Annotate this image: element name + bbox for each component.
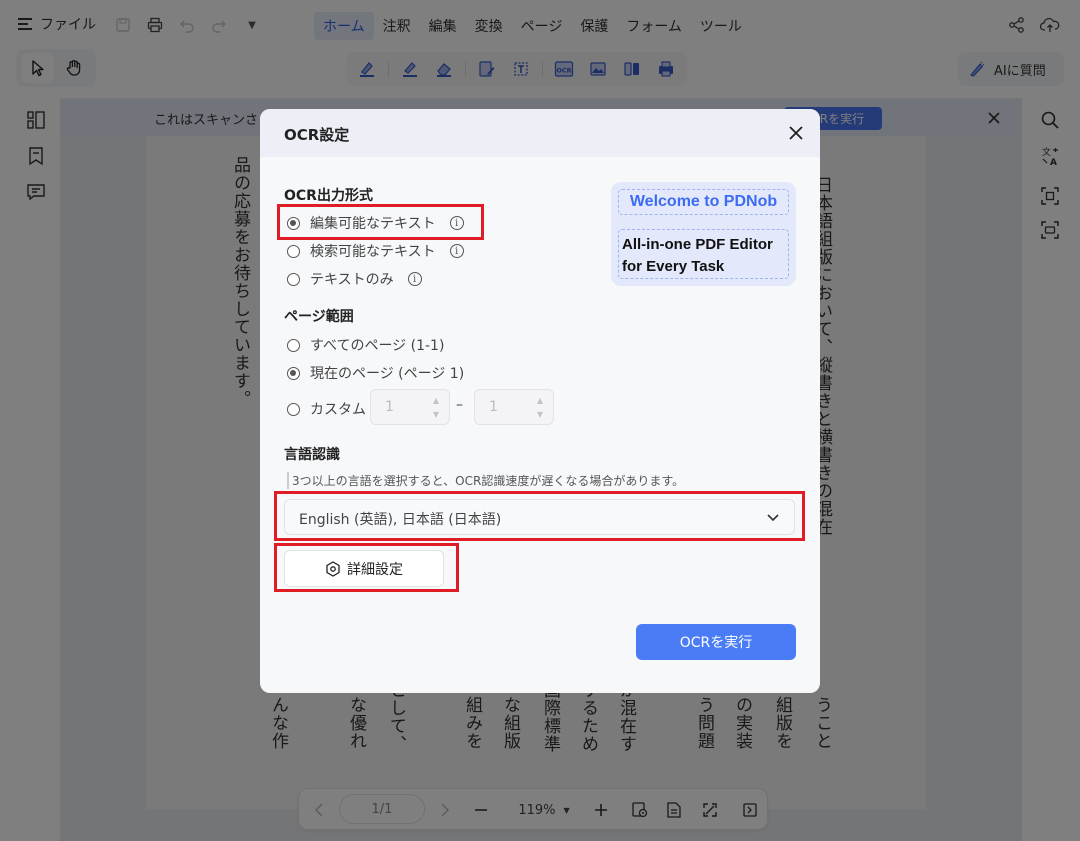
output-option-searchable[interactable]: 検索可能なテキスト i	[287, 241, 464, 261]
promo-tagline: All-in-one PDF Editor for Every Task	[618, 229, 789, 279]
promo-tagline-line: All-in-one PDF Editor	[622, 236, 773, 253]
annotation-highlight	[277, 204, 484, 240]
page-option-current[interactable]: 現在のページ (ページ 1)	[287, 363, 464, 383]
radio-button[interactable]	[287, 366, 300, 380]
promo-headline: Welcome to PDNob	[618, 189, 789, 215]
radio-button[interactable]	[287, 272, 300, 286]
custom-to-stepper[interactable]: 1 ▲ ▼	[474, 389, 554, 425]
range-separator: –	[456, 397, 463, 413]
stepper-value: 1	[385, 399, 394, 415]
run-ocr-button[interactable]: OCRを実行	[636, 624, 796, 660]
radio-button[interactable]	[287, 244, 300, 258]
info-icon[interactable]: i	[449, 244, 464, 258]
annotation-highlight	[274, 491, 805, 541]
info-icon[interactable]: i	[407, 272, 422, 286]
page-option-label: すべてのページ (1-1)	[310, 338, 445, 354]
page-option-label: 現在のページ (ページ 1)	[310, 366, 465, 382]
stepper-up-icon[interactable]: ▲	[537, 396, 543, 405]
page-range-heading: ページ範囲	[284, 309, 354, 325]
promo-banner: Welcome to PDNob All-in-one PDF Editor f…	[611, 182, 796, 286]
stepper-down-icon[interactable]: ▼	[537, 410, 543, 419]
output-option-label: 検索可能なテキスト	[310, 244, 436, 260]
page-option-label: カスタム	[310, 402, 366, 418]
page-option-custom[interactable]: カスタム	[287, 399, 366, 419]
output-format-heading: OCR出力形式	[284, 188, 373, 204]
annotation-highlight	[274, 543, 459, 592]
radio-button[interactable]	[287, 402, 300, 416]
stepper-down-icon[interactable]: ▼	[433, 410, 439, 419]
stepper-up-icon[interactable]: ▲	[433, 396, 439, 405]
stepper-value: 1	[489, 399, 498, 415]
language-heading: 言語認識	[284, 447, 340, 463]
radio-button[interactable]	[287, 338, 300, 352]
custom-from-stepper[interactable]: 1 ▲ ▼	[370, 389, 450, 425]
promo-tagline-line: for Every Task	[622, 258, 725, 275]
ocr-settings-dialog: OCR設定 OCR出力形式 編集可能なテキスト i 検索可能なテキスト i テキ…	[260, 109, 820, 693]
dialog-title: OCR設定	[284, 126, 350, 144]
close-icon[interactable]	[786, 123, 806, 143]
output-option-text-only[interactable]: テキストのみ i	[287, 269, 422, 289]
page-option-all[interactable]: すべてのページ (1-1)	[287, 335, 444, 355]
language-note: 3つ以上の言語を選択すると、OCR認識速度が遅くなる場合があります。	[287, 472, 684, 489]
dialog-header: OCR設定	[260, 109, 820, 157]
output-option-label: テキストのみ	[310, 272, 394, 288]
